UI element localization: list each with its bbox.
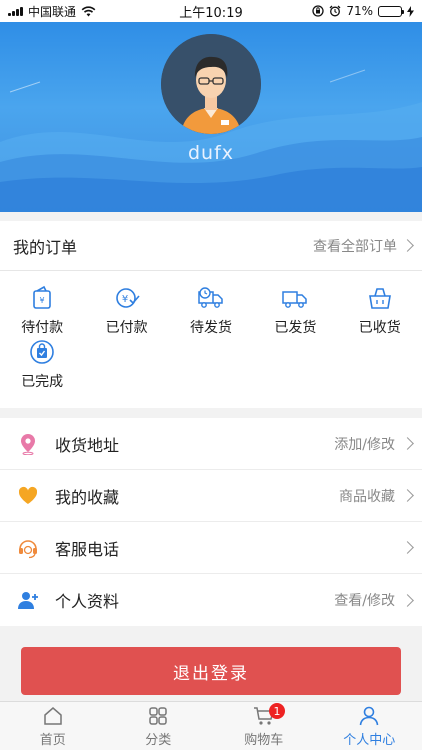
orders-header[interactable]: 我的订单 查看全部订单: [0, 221, 422, 271]
charging-icon: [407, 5, 414, 17]
tab-category[interactable]: 分类: [106, 702, 212, 750]
menu-item-label: 个人资料: [55, 592, 120, 611]
order-status-to-ship[interactable]: 待发货: [169, 285, 253, 339]
battery-percent: 71%: [346, 4, 373, 18]
chevron-right-icon: [401, 489, 414, 502]
order-status-grid: ¥ 待付款 ¥ 已付款 待发货 已发货 已收货 已完成: [0, 271, 422, 393]
tab-label: 个人中心: [343, 732, 396, 748]
view-all-orders-link[interactable]: 查看全部订单: [313, 236, 414, 256]
order-status-pending-payment[interactable]: ¥ 待付款: [0, 285, 84, 339]
order-status-label: 已完成: [21, 374, 64, 390]
chevron-right-icon: [401, 437, 414, 450]
signal-icon: [8, 6, 23, 16]
status-left: 中国联通: [8, 3, 96, 20]
logout-button[interactable]: 退出登录: [21, 647, 401, 695]
menu-list: 收货地址 添加/修改 我的收藏 商品收藏 客服电话 个人资料 查看/修改: [0, 418, 422, 626]
truck-clock-icon: [198, 287, 223, 308]
username: dufx: [187, 142, 235, 164]
order-status-label: 待发货: [189, 320, 232, 336]
wallet-icon: ¥: [33, 285, 51, 309]
status-right: 71%: [312, 4, 414, 18]
menu-item-shipping-address[interactable]: 收货地址 添加/修改: [0, 418, 422, 470]
status-bar: 中国联通 上午10:19 71%: [0, 0, 422, 22]
tab-home[interactable]: 首页: [0, 702, 106, 750]
bag-check-icon: [30, 340, 54, 364]
headset-icon: [19, 539, 37, 558]
order-status-label: 已收货: [358, 320, 401, 336]
menu-item-hint: 查看/修改: [334, 593, 395, 609]
menu-item-label: 我的收藏: [55, 487, 120, 507]
order-status-label: 已付款: [105, 320, 148, 336]
carrier-name: 中国联通: [28, 4, 77, 19]
home-icon: [44, 706, 62, 725]
chevron-right-icon: [401, 593, 414, 607]
basket-icon: [368, 288, 391, 309]
order-status-label: 待付款: [21, 320, 64, 336]
view-all-orders-label: 查看全部订单: [313, 238, 397, 255]
order-status-received[interactable]: 已收货: [338, 285, 422, 339]
profile-header: dufx: [0, 22, 422, 212]
person-icon: [359, 706, 379, 725]
menu-item-profile-info[interactable]: 个人资料 查看/修改: [0, 574, 422, 626]
order-status-label: 已发货: [274, 320, 317, 336]
menu-item-label: 收货地址: [55, 435, 120, 455]
orientation-lock-icon: [312, 5, 324, 17]
avatar-person-icon: [161, 34, 261, 134]
orders-title: 我的订单: [13, 237, 78, 257]
tab-cart[interactable]: 购物车 1: [211, 702, 317, 750]
tab-profile[interactable]: 个人中心: [317, 702, 422, 750]
tab-bar: 首页 分类 购物车 1 个人中心: [0, 701, 422, 750]
order-status-shipped[interactable]: 已发货: [253, 285, 337, 339]
menu-item-label: 客服电话: [55, 539, 120, 559]
order-status-completed[interactable]: 已完成: [0, 339, 84, 393]
tab-label: 分类: [145, 732, 172, 748]
chevron-right-icon: [401, 541, 414, 554]
grid-icon: [149, 706, 167, 725]
user-add-icon: [18, 592, 38, 609]
truck-icon: [282, 291, 308, 308]
menu-item-hint: 商品收藏: [339, 488, 395, 505]
svg-text:¥: ¥: [40, 296, 45, 305]
battery-icon: [378, 5, 404, 17]
alarm-icon: [329, 5, 341, 17]
orders-section: 我的订单 查看全部订单 ¥ 待付款 ¥ 已付款 待发货 已发货 已收货 已完成: [0, 221, 422, 408]
location-pin-icon: [21, 433, 35, 455]
tab-label: 购物车: [244, 732, 284, 748]
menu-item-favorites[interactable]: 我的收藏 商品收藏: [0, 470, 422, 522]
menu-item-customer-service[interactable]: 客服电话: [0, 522, 422, 574]
yen-check-icon: ¥: [115, 288, 140, 308]
heart-icon: [18, 486, 38, 504]
avatar[interactable]: [161, 34, 261, 134]
svg-text:¥: ¥: [121, 294, 127, 305]
order-status-paid[interactable]: ¥ 已付款: [84, 285, 168, 339]
menu-item-hint: 添加/修改: [334, 436, 395, 453]
tab-label: 首页: [39, 732, 66, 748]
wifi-icon: [81, 5, 96, 16]
cart-badge: 1: [269, 703, 286, 719]
chevron-right-icon: [401, 239, 414, 252]
